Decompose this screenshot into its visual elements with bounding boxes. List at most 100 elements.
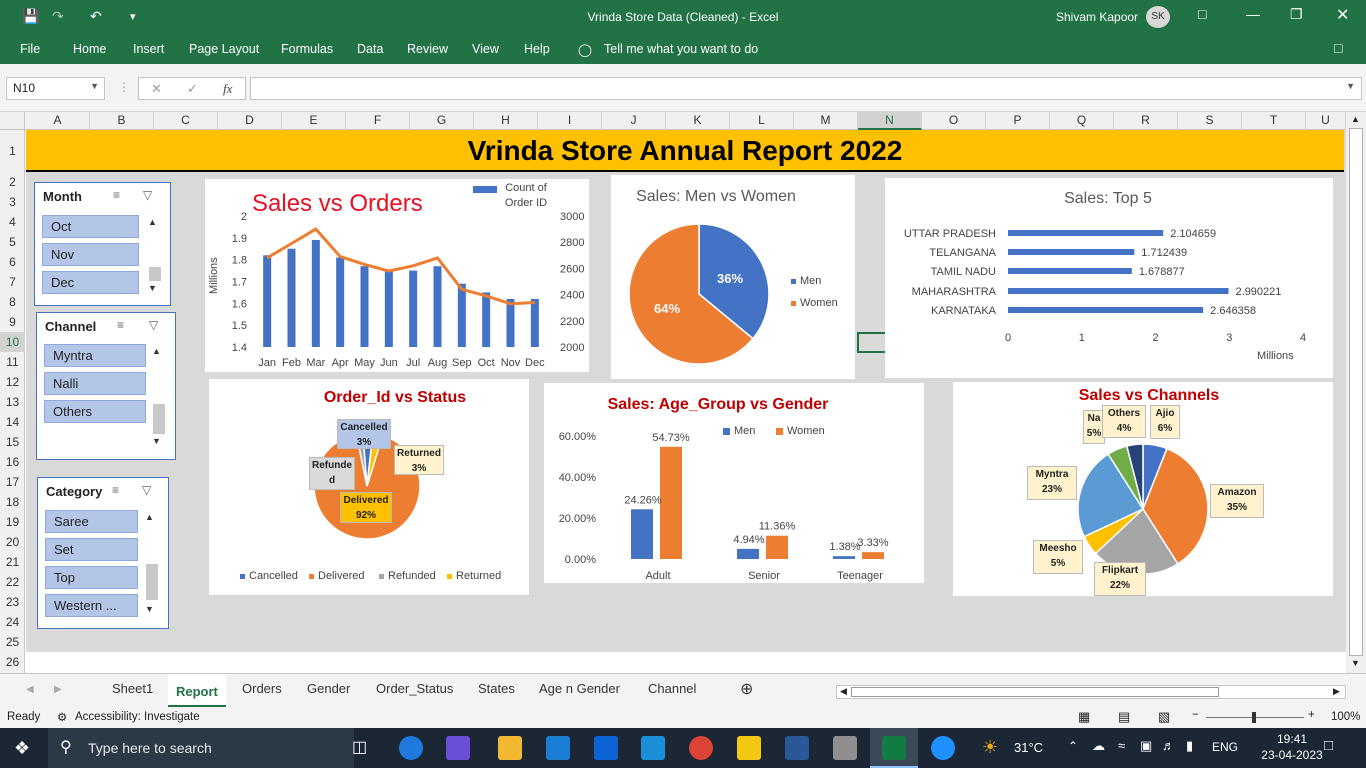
tab-help[interactable]: Help	[524, 42, 550, 56]
insert-function-icon[interactable]: fx	[223, 81, 232, 97]
column-header-m[interactable]: M	[794, 112, 858, 130]
avatar[interactable]: SK	[1146, 6, 1170, 28]
scroll-down-icon[interactable]: ▼	[145, 604, 154, 614]
power-bi-icon[interactable]	[737, 736, 761, 760]
multi-select-icon[interactable]: ≡	[112, 483, 119, 497]
bar-sales-jan[interactable]	[263, 255, 272, 347]
clock-time[interactable]: 19:41	[1262, 732, 1322, 746]
help-icon[interactable]	[931, 736, 955, 760]
tab-sheet1[interactable]: Sheet1	[112, 681, 153, 696]
weather-temp[interactable]: 31°C	[1014, 740, 1043, 755]
tab-view[interactable]: View	[472, 42, 499, 56]
column-header-c[interactable]: C	[154, 112, 218, 130]
scroll-right-icon[interactable]: ▶	[1333, 686, 1340, 697]
network-icon[interactable]: ▣	[1140, 738, 1152, 754]
row-header-10[interactable]: 10	[0, 332, 25, 352]
row-header-5[interactable]: 5	[0, 232, 25, 252]
clear-filter-icon[interactable]: ▽	[142, 483, 151, 497]
scroll-up-icon[interactable]: ▲	[1351, 114, 1360, 124]
row-header-26[interactable]: 26	[0, 652, 25, 672]
column-header-q[interactable]: Q	[1050, 112, 1114, 130]
taskbar-search[interactable]: ⚲ Type here to search	[48, 728, 354, 768]
paint-icon[interactable]	[833, 736, 857, 760]
column-header-p[interactable]: P	[986, 112, 1050, 130]
row-header-9[interactable]: 9	[0, 312, 25, 332]
scroll-up-icon[interactable]: ▲	[145, 512, 154, 522]
battery-icon[interactable]: ▮	[1186, 738, 1193, 754]
scroll-left-icon[interactable]: ◀	[840, 686, 847, 697]
tab-home[interactable]: Home	[73, 42, 106, 56]
tab-channel[interactable]: Channel	[648, 681, 696, 696]
tab-states[interactable]: States	[478, 681, 515, 696]
row-header-13[interactable]: 13	[0, 392, 25, 412]
tab-data[interactable]: Data	[357, 42, 383, 56]
row-header-25[interactable]: 25	[0, 632, 25, 652]
tab-age-gender[interactable]: Age n Gender	[539, 681, 620, 696]
column-header-i[interactable]: I	[538, 112, 602, 130]
slicer-item-oct[interactable]: Oct	[42, 215, 139, 238]
tab-file[interactable]: File	[20, 42, 40, 56]
line-order-count[interactable]	[266, 227, 535, 306]
row-header-23[interactable]: 23	[0, 592, 25, 612]
column-header-s[interactable]: S	[1178, 112, 1242, 130]
bar-telangana[interactable]	[1008, 249, 1135, 255]
tab-formulas[interactable]: Formulas	[281, 42, 333, 56]
slicer-item-nov[interactable]: Nov	[42, 243, 139, 266]
zoom-out-icon[interactable]: −	[1192, 709, 1199, 721]
row-header-7[interactable]: 7	[0, 272, 25, 292]
slicer-item-myntra[interactable]: Myntra	[44, 344, 146, 367]
bar-sales-apr[interactable]	[336, 257, 345, 347]
scroll-thumb[interactable]	[851, 687, 1219, 697]
row-header-19[interactable]: 19	[0, 512, 25, 532]
column-header-e[interactable]: E	[282, 112, 346, 130]
tab-insert[interactable]: Insert	[133, 42, 164, 56]
row-header-4[interactable]: 4	[0, 212, 25, 232]
dropbox-icon[interactable]	[594, 736, 618, 760]
mail-icon[interactable]	[546, 736, 570, 760]
tab-page-layout[interactable]: Page Layout	[189, 42, 259, 56]
scroll-thumb[interactable]	[1349, 128, 1363, 656]
expand-formula-icon[interactable]: ▼	[1346, 81, 1355, 91]
tab-report[interactable]: Report	[168, 674, 226, 707]
multi-select-icon[interactable]: ≡	[113, 188, 120, 202]
scroll-up-icon[interactable]: ▲	[148, 217, 157, 227]
ribbon-display-icon[interactable]: □	[1198, 6, 1206, 22]
blank-cells[interactable]	[26, 652, 1346, 673]
order-status-chart[interactable]: Order_Id vs Status Cancelled 3% Returned…	[209, 379, 529, 595]
cancel-formula-icon[interactable]: ✕	[151, 81, 162, 97]
horizontal-scrollbar[interactable]: ◀ ▶	[836, 685, 1346, 699]
slicer-item-saree[interactable]: Saree	[45, 510, 138, 533]
bar-sales-mar[interactable]	[311, 240, 320, 347]
user-name[interactable]: Shivam Kapoor	[1056, 10, 1138, 24]
bar-sales-feb[interactable]	[287, 248, 296, 347]
copilot-icon[interactable]	[446, 736, 470, 760]
zoom-slider-thumb[interactable]	[1252, 712, 1256, 723]
bar-sales-aug[interactable]	[433, 266, 442, 347]
scroll-down-icon[interactable]: ▼	[1351, 658, 1360, 668]
tab-review[interactable]: Review	[407, 42, 448, 56]
tab-orders[interactable]: Orders	[242, 681, 282, 696]
scroll-down-icon[interactable]: ▼	[152, 436, 161, 446]
bar-maharashtra[interactable]	[1008, 288, 1229, 294]
bar-sales-jul[interactable]	[409, 270, 418, 347]
column-header-f[interactable]: F	[346, 112, 410, 130]
bar-sales-dec[interactable]	[530, 298, 539, 347]
bar-women-adult[interactable]	[660, 446, 682, 559]
bar-sales-may[interactable]	[360, 266, 369, 347]
bar-men-senior[interactable]	[737, 548, 759, 559]
column-header-l[interactable]: L	[730, 112, 794, 130]
row-header-3[interactable]: 3	[0, 192, 25, 212]
tab-order-status[interactable]: Order_Status	[376, 681, 453, 696]
scroll-tabs-left-icon[interactable]: ◀	[26, 684, 34, 695]
column-header-r[interactable]: R	[1114, 112, 1178, 130]
month-slicer-scrollbar[interactable]: ▲ ▼	[147, 215, 161, 297]
column-header-g[interactable]: G	[410, 112, 474, 130]
scroll-thumb[interactable]	[146, 564, 158, 600]
row-header-8[interactable]: 8	[0, 292, 25, 312]
notification-icon[interactable]: □	[1324, 737, 1333, 754]
windows-start-icon[interactable]: ❖	[14, 738, 30, 759]
select-all-corner[interactable]	[0, 112, 25, 130]
slicer-item-nalli[interactable]: Nalli	[44, 372, 146, 395]
report-title[interactable]: Vrinda Store Annual Report 2022	[26, 130, 1344, 172]
bar-karnataka[interactable]	[1008, 307, 1204, 313]
